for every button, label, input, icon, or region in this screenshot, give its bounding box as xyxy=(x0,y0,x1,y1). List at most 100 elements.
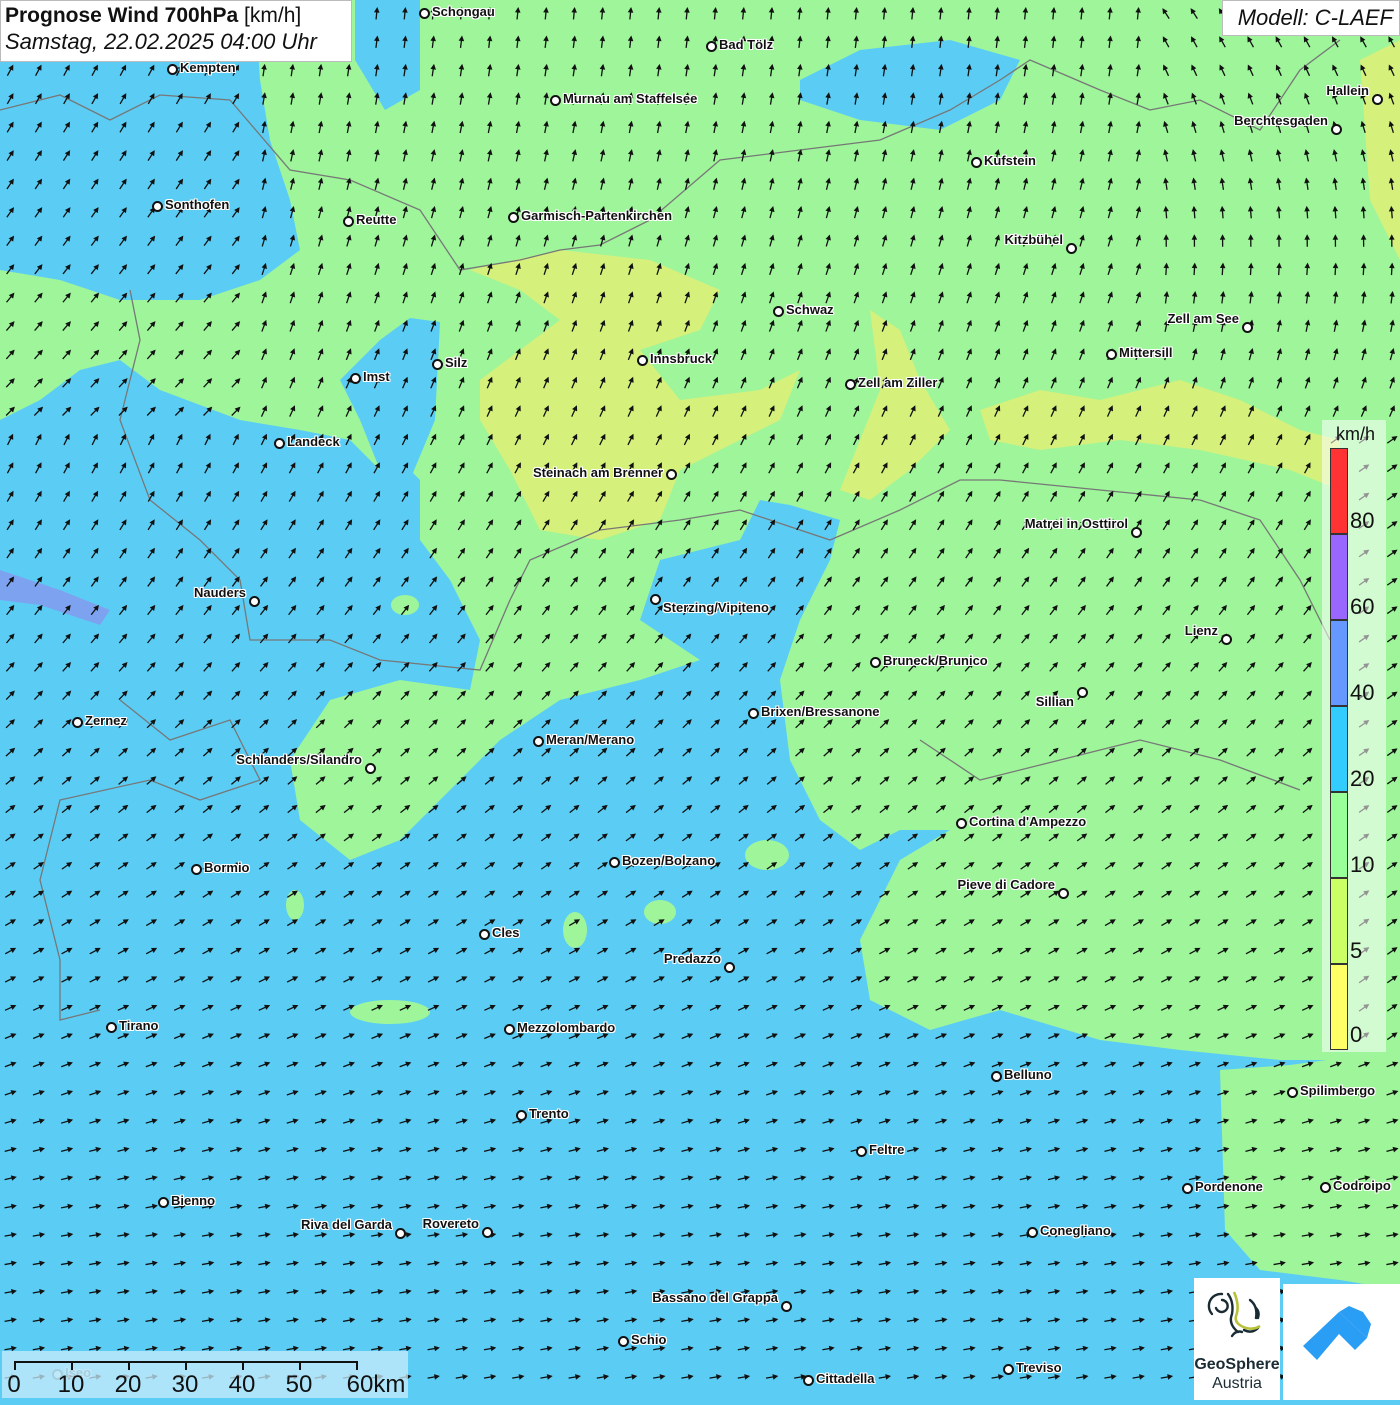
legend-band xyxy=(1330,448,1348,534)
city-dot-icon xyxy=(1320,1182,1331,1193)
city-dot-icon xyxy=(516,1110,527,1121)
city-label: Sonthofen xyxy=(165,197,229,212)
city-dot-icon xyxy=(781,1301,792,1312)
legend-tick-label: 60 xyxy=(1350,594,1374,620)
city-dot-icon xyxy=(167,64,178,75)
city-label: Nauders xyxy=(194,585,246,600)
city-label: Rovereto xyxy=(423,1216,479,1231)
scale-label: 20 xyxy=(115,1371,142,1399)
legend-tick-label: 80 xyxy=(1350,508,1374,534)
city-label: Kufstein xyxy=(984,153,1036,168)
city-dot-icon xyxy=(1242,322,1253,333)
city-dot-icon xyxy=(724,962,735,973)
city-dot-icon xyxy=(508,212,519,223)
city-dot-icon xyxy=(419,8,430,19)
city-label: Berchtesgaden xyxy=(1234,113,1328,128)
title: Prognose Wind 700hPa xyxy=(5,4,238,27)
city-dot-icon xyxy=(1027,1227,1038,1238)
city-dot-icon xyxy=(870,657,881,668)
color-legend: km/h 806040201050 xyxy=(1322,420,1386,1052)
city-dot-icon xyxy=(106,1022,117,1033)
city-dot-icon xyxy=(158,1197,169,1208)
scale-label: 60km xyxy=(347,1371,406,1399)
city-label: Kempten xyxy=(180,60,236,75)
city-label: Schlanders/Silandro xyxy=(236,752,362,767)
scale-tick xyxy=(299,1361,301,1370)
city-dot-icon xyxy=(706,41,717,52)
legend-band xyxy=(1330,878,1348,964)
scale-bar: 0102030405060km xyxy=(2,1351,408,1398)
city-dot-icon xyxy=(504,1024,515,1035)
city-label: Landeck xyxy=(287,434,340,449)
city-dot-icon xyxy=(533,736,544,747)
city-label: Schwaz xyxy=(786,302,834,317)
city-dot-icon xyxy=(1221,634,1232,645)
city-label: Zell am See xyxy=(1167,311,1239,326)
app-logo[interactable] xyxy=(1283,1284,1400,1400)
city-dot-icon xyxy=(274,438,285,449)
city-dot-icon xyxy=(1077,687,1088,698)
city-label: Cortina d'Ampezzo xyxy=(969,814,1086,829)
city-label: Bormio xyxy=(204,860,250,875)
city-dot-icon xyxy=(1003,1364,1014,1375)
city-dot-icon xyxy=(803,1375,814,1386)
legend-band xyxy=(1330,792,1348,878)
city-dot-icon xyxy=(432,359,443,370)
geosphere-logo[interactable]: GeoSphere Austria xyxy=(1194,1278,1280,1400)
legend-band xyxy=(1330,964,1348,1050)
city-dot-icon xyxy=(191,864,202,875)
city-dot-icon xyxy=(1066,243,1077,254)
city-dot-icon xyxy=(856,1146,867,1157)
city-label: Innsbruck xyxy=(650,351,712,366)
city-dot-icon xyxy=(991,1071,1002,1082)
city-label: Tirano xyxy=(119,1018,159,1033)
city-label: Bassano del Grappa xyxy=(652,1290,778,1305)
scale-label: 40 xyxy=(229,1371,256,1399)
city-dot-icon xyxy=(350,373,361,384)
geosphere-name: GeoSphere xyxy=(1194,1356,1280,1374)
city-dot-icon xyxy=(550,95,561,106)
city-dot-icon xyxy=(637,355,648,366)
city-label: Lienz xyxy=(1185,623,1218,638)
city-dot-icon xyxy=(1106,349,1117,360)
title-box: Prognose Wind 700hPa [km/h] Samstag, 22.… xyxy=(0,0,352,62)
city-label: Meran/Merano xyxy=(546,732,634,747)
city-label: Murnau am Staffelsee xyxy=(563,91,697,106)
city-dot-icon xyxy=(482,1227,493,1238)
city-dot-icon xyxy=(971,157,982,168)
city-label: Mezzolombardo xyxy=(517,1020,615,1035)
scale-tick xyxy=(185,1361,187,1370)
geosphere-country: Austria xyxy=(1194,1375,1280,1393)
city-label: Steinach am Brenner xyxy=(533,465,663,480)
city-label: Bad Tölz xyxy=(719,37,773,52)
legend-unit: km/h xyxy=(1336,424,1375,445)
city-label: Cles xyxy=(492,925,519,940)
city-label: Matrei in Osttirol xyxy=(1025,516,1128,531)
city-dot-icon xyxy=(956,818,967,829)
city-label: Schongau xyxy=(432,4,495,19)
city-dot-icon xyxy=(1331,124,1342,135)
city-label: Schio xyxy=(631,1332,666,1347)
city-label: Pieve di Cadore xyxy=(957,877,1055,892)
city-label: Spilimbergo xyxy=(1300,1083,1375,1098)
city-label: Mittersill xyxy=(1119,345,1172,360)
scale-tick xyxy=(242,1361,244,1370)
city-dot-icon xyxy=(618,1336,629,1347)
city-label: Kitzbühel xyxy=(1005,232,1064,247)
forecast-datetime: Samstag, 22.02.2025 04:00 Uhr xyxy=(5,29,347,55)
city-dot-icon xyxy=(845,379,856,390)
scale-tick xyxy=(356,1361,358,1370)
city-dot-icon xyxy=(395,1228,406,1239)
city-label: Silz xyxy=(445,355,467,370)
legend-band xyxy=(1330,706,1348,792)
scale-label: 0 xyxy=(7,1371,20,1399)
city-dot-icon xyxy=(152,201,163,212)
scale-label: 10 xyxy=(58,1371,85,1399)
city-label: Sillian xyxy=(1036,694,1074,709)
city-label: Trento xyxy=(529,1106,569,1121)
legend-tick-label: 0 xyxy=(1350,1022,1362,1048)
city-label: Brixen/Bressanone xyxy=(761,704,880,719)
city-label: Cittadella xyxy=(816,1371,875,1386)
scale-label: 30 xyxy=(172,1371,199,1399)
app-chevron-logo-icon xyxy=(1283,1284,1400,1400)
